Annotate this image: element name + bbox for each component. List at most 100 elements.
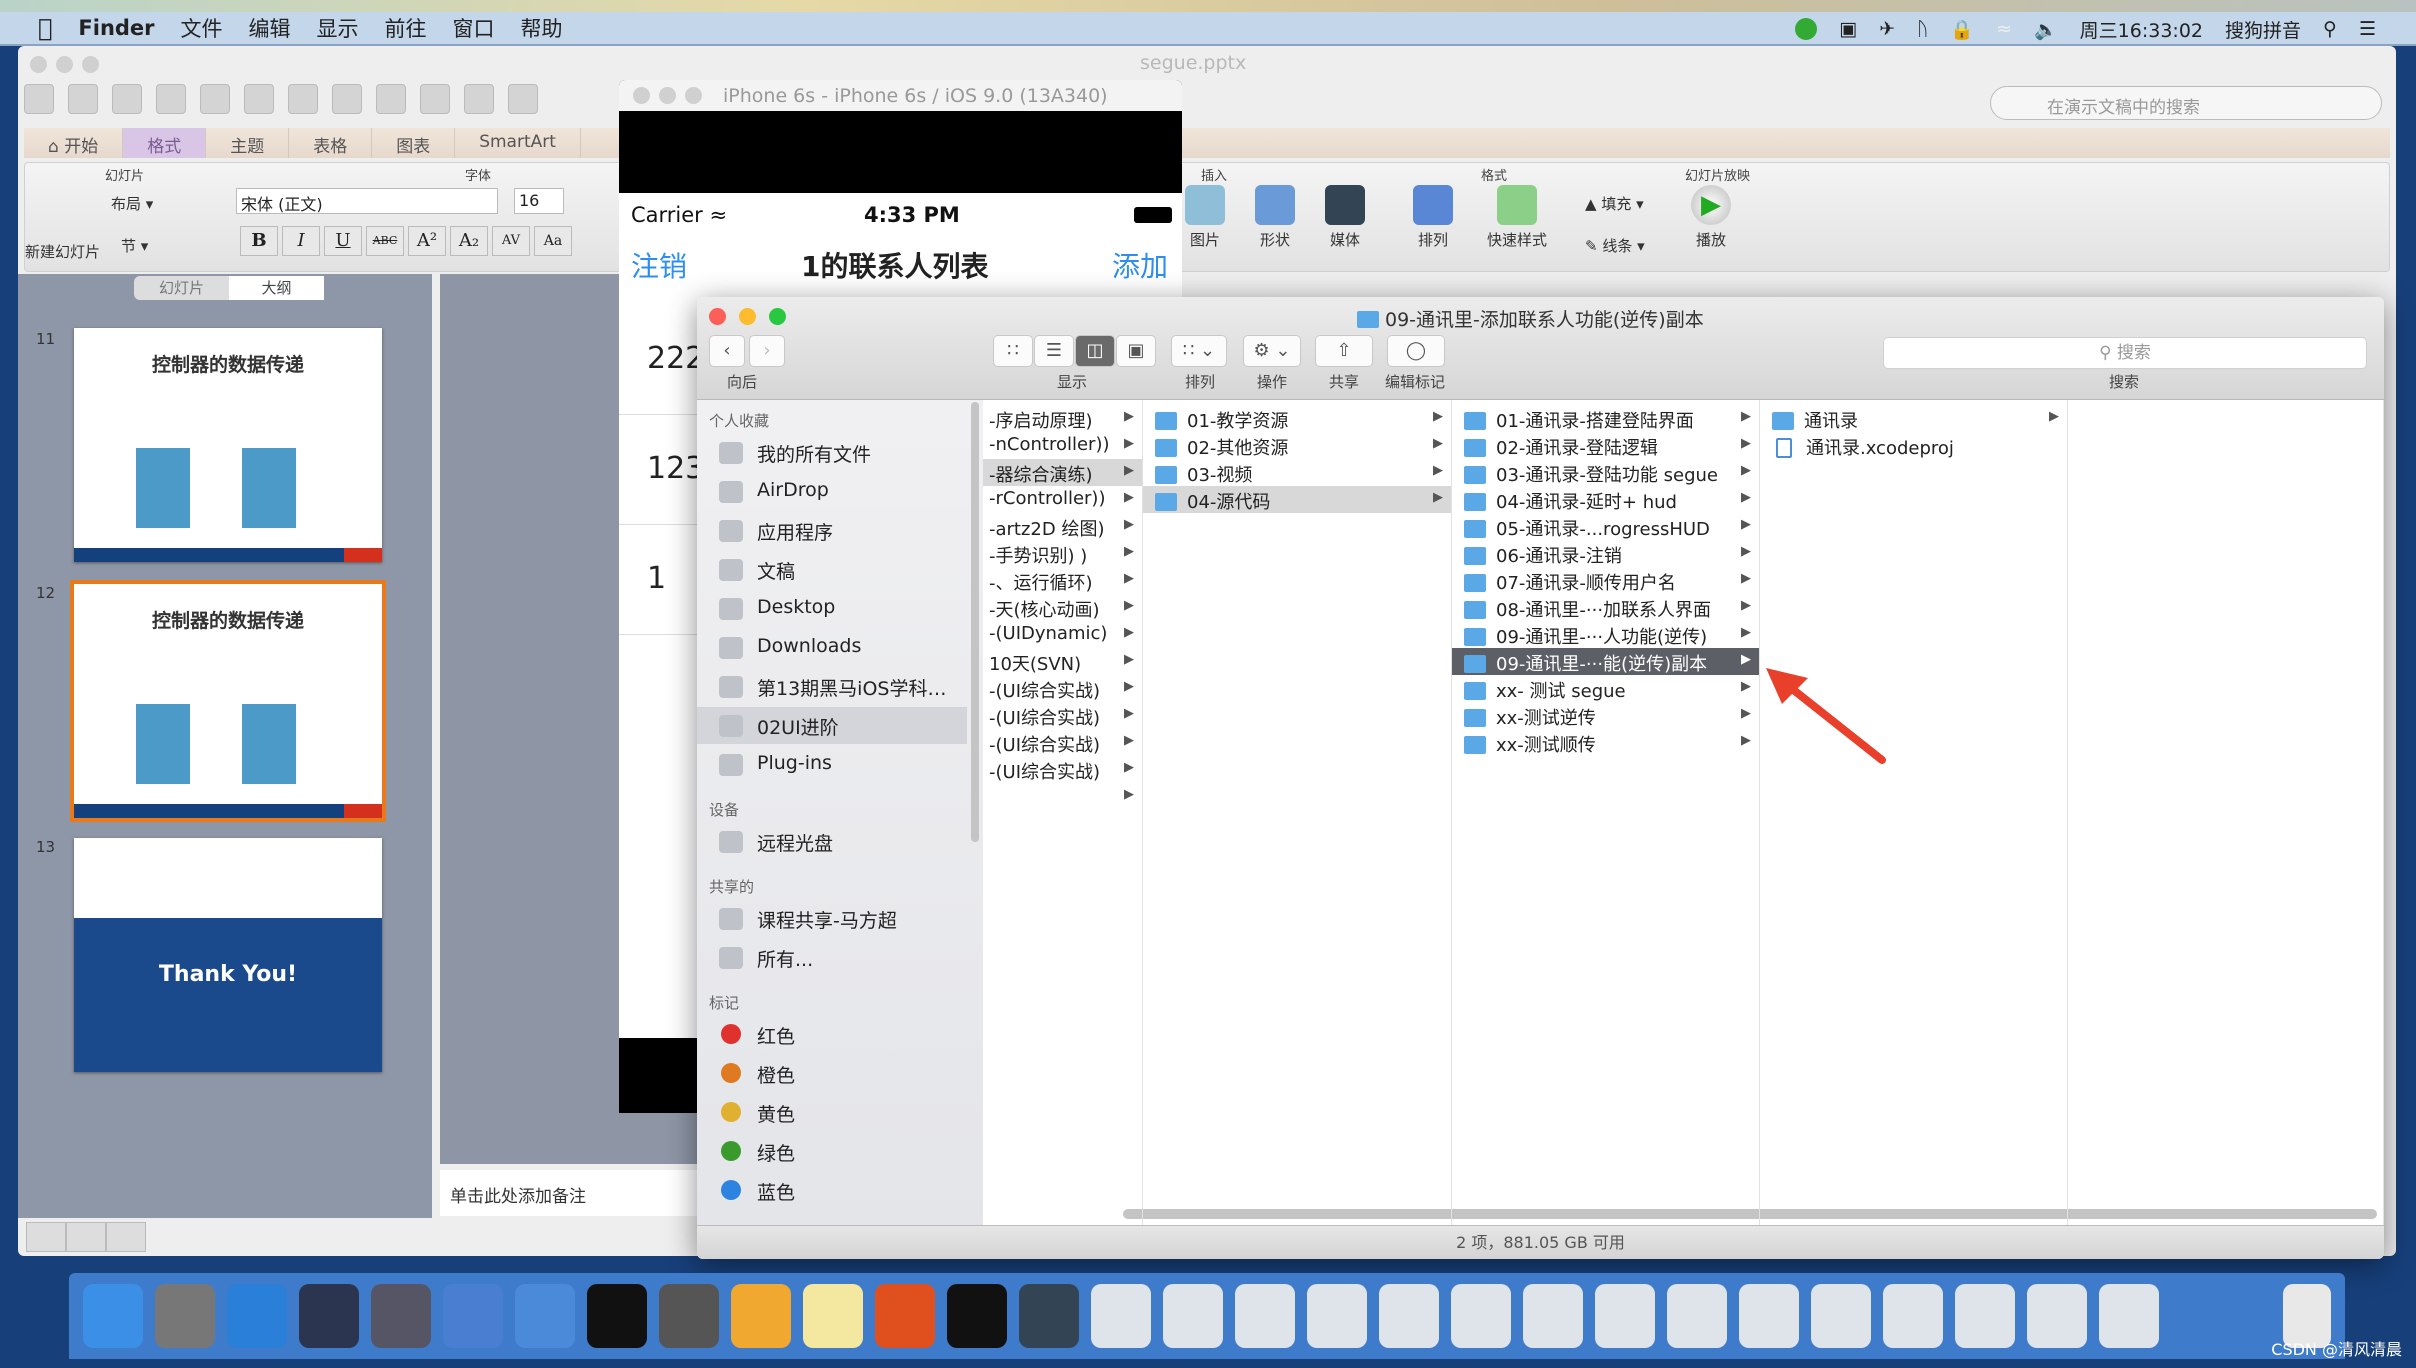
- sidebar-item[interactable]: 所有...: [697, 939, 967, 976]
- copy-icon[interactable]: [288, 84, 318, 114]
- minimized-window-icon[interactable]: [1667, 1284, 1727, 1348]
- notification-center-icon[interactable]: ☰: [2359, 18, 2376, 40]
- airplane-icon[interactable]: ✈: [1879, 18, 1895, 40]
- spotlight-icon[interactable]: ⚲: [2323, 18, 2337, 40]
- photo-icon[interactable]: [371, 1284, 431, 1348]
- status-app-icon[interactable]: [1795, 18, 1818, 40]
- file-item[interactable]: -(UI综合实战) ▶: [983, 702, 1142, 729]
- file-item[interactable]: -rController)) ▶: [983, 486, 1142, 513]
- tab-format[interactable]: 格式: [123, 128, 207, 158]
- action-button[interactable]: ⚙ ⌄: [1243, 335, 1301, 367]
- file-item[interactable]: 02-通讯录-登陆逻辑 ▶: [1452, 432, 1759, 459]
- sidebar-item[interactable]: AirDrop: [697, 473, 967, 510]
- sidebar-item[interactable]: 红色: [697, 1016, 967, 1053]
- minimized-window-icon[interactable]: [1595, 1284, 1655, 1348]
- file-item[interactable]: 09-通讯里-···人功能(逆传) ▶: [1452, 621, 1759, 648]
- presentation-search-input[interactable]: 在演示文稿中的搜索: [1990, 86, 2382, 120]
- safari-icon[interactable]: [227, 1284, 287, 1348]
- slide-thumbnail-12[interactable]: 控制器的数据传递: [70, 580, 386, 822]
- list-view-button[interactable]: ☰: [1034, 335, 1074, 367]
- sidebar-item[interactable]: 绿色: [697, 1133, 967, 1170]
- finder-icon[interactable]: [83, 1284, 143, 1348]
- presenter-view-button[interactable]: [106, 1222, 146, 1252]
- sidebar-item[interactable]: Plug-ins: [697, 746, 967, 783]
- tab-outline[interactable]: 大纲: [229, 276, 324, 300]
- new-icon[interactable]: [24, 84, 54, 114]
- bold-button[interactable]: B: [240, 226, 278, 256]
- print-icon[interactable]: [200, 84, 230, 114]
- input-method[interactable]: 搜狗拼音: [2225, 16, 2301, 43]
- file-item[interactable]: -手势识别) ) ▶: [983, 540, 1142, 567]
- slide-icon[interactable]: [508, 84, 538, 114]
- character-spacing-button[interactable]: AV: [492, 226, 530, 256]
- subscript-button[interactable]: A₂: [450, 226, 488, 256]
- format-painter-icon[interactable]: [376, 84, 406, 114]
- sidebar-item[interactable]: 应用程序: [697, 512, 967, 549]
- minimized-window-icon[interactable]: [2099, 1284, 2159, 1348]
- superscript-button[interactable]: A²: [408, 226, 446, 256]
- minimized-window-icon[interactable]: [1307, 1284, 1367, 1348]
- sidebar-item[interactable]: 黄色: [697, 1094, 967, 1131]
- shape-button[interactable]: 形状: [1255, 185, 1295, 250]
- file-item[interactable]: 04-通讯录-延时+ hud ▶: [1452, 486, 1759, 513]
- file-item[interactable]: xx- 测试 segue ▶: [1452, 675, 1759, 702]
- file-item[interactable]: -(UI综合实战) ▶: [983, 729, 1142, 756]
- menu-help[interactable]: 帮助: [521, 13, 563, 43]
- sketch-icon[interactable]: [731, 1284, 791, 1348]
- wifi-icon[interactable]: ≈: [1996, 18, 2012, 40]
- slide-sorter-button[interactable]: [66, 1222, 106, 1252]
- launchpad-icon[interactable]: [155, 1284, 215, 1348]
- tab-slides[interactable]: 幻灯片: [134, 276, 229, 300]
- file-item[interactable]: -(UI综合实战) ▶: [983, 756, 1142, 783]
- minimize-button[interactable]: [739, 308, 756, 325]
- file-item[interactable]: -(UI综合实战) ▶: [983, 675, 1142, 702]
- sidebar-item[interactable]: Desktop: [697, 590, 967, 627]
- coverflow-view-button[interactable]: ▣: [1116, 335, 1156, 367]
- arrange-button[interactable]: ∷ ⌄: [1171, 335, 1227, 367]
- logout-button[interactable]: 注销: [631, 245, 687, 285]
- powerpoint-icon[interactable]: [875, 1284, 935, 1348]
- tab-theme[interactable]: 主题: [206, 128, 290, 158]
- file-item[interactable]: 08-通讯里-···加联系人界面 ▶: [1452, 594, 1759, 621]
- layout-button[interactable]: 布局 ▾: [111, 193, 153, 214]
- slide-thumbnail-11[interactable]: 控制器的数据传递: [74, 328, 382, 562]
- minimized-window-icon[interactable]: [1739, 1284, 1799, 1348]
- save-icon[interactable]: [156, 84, 186, 114]
- templates-icon[interactable]: [68, 84, 98, 114]
- tab-smartart[interactable]: SmartArt: [455, 128, 581, 158]
- screen-record-icon[interactable]: ▣: [1839, 18, 1857, 40]
- tab-chart[interactable]: 图表: [372, 128, 456, 158]
- change-case-button[interactable]: Aa: [534, 226, 572, 256]
- column-view-button[interactable]: ◫: [1075, 335, 1115, 367]
- menu-edit[interactable]: 编辑: [249, 13, 291, 43]
- sidebar-item[interactable]: 远程光盘: [697, 823, 967, 860]
- add-button[interactable]: 添加: [1112, 245, 1168, 285]
- slide-thumbnail-13[interactable]: Thank You!: [74, 838, 382, 1072]
- menu-file[interactable]: 文件: [181, 13, 223, 43]
- file-item[interactable]: ▶: [983, 783, 1142, 810]
- notes-field[interactable]: 单击此处添加备注: [440, 1170, 700, 1216]
- normal-view-button[interactable]: [26, 1222, 66, 1252]
- redo-icon[interactable]: [464, 84, 494, 114]
- file-item[interactable]: xx-测试逆传 ▶: [1452, 702, 1759, 729]
- sidebar-item[interactable]: 文稿: [697, 551, 967, 588]
- forward-button[interactable]: ›: [749, 335, 785, 367]
- sidebar-scrollbar[interactable]: [971, 402, 979, 842]
- sidebar-item[interactable]: 02UI进阶: [697, 707, 967, 744]
- close-button[interactable]: [633, 87, 650, 104]
- lock-icon[interactable]: 🔒: [1950, 18, 1974, 41]
- file-item[interactable]: 09-通讯里-···能(逆传)副本 ▶: [1452, 648, 1759, 675]
- line-button[interactable]: ✎ 线条 ▾: [1585, 235, 1645, 256]
- console-icon[interactable]: [947, 1284, 1007, 1348]
- sidebar-item[interactable]: Downloads: [697, 629, 967, 666]
- fill-button[interactable]: ▲ 填充 ▾: [1585, 193, 1644, 214]
- system-preferences-icon[interactable]: [659, 1284, 719, 1348]
- media-button[interactable]: 媒体: [1325, 185, 1365, 250]
- file-item[interactable]: 通讯录.xcodeproj: [1760, 432, 2067, 459]
- minimize-button[interactable]: [56, 56, 73, 73]
- menu-go[interactable]: 前往: [385, 13, 427, 43]
- file-item[interactable]: -(UIDynamic) ▶: [983, 621, 1142, 648]
- file-item[interactable]: 01-教学资源 ▶: [1143, 405, 1451, 432]
- sidebar-item[interactable]: 我的所有文件: [697, 434, 967, 471]
- minimize-button[interactable]: [659, 87, 676, 104]
